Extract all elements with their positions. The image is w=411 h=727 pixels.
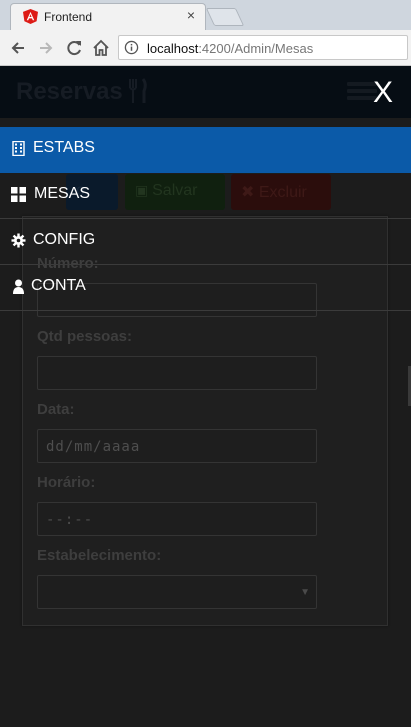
menu-item-mesas[interactable]: MESAS xyxy=(0,173,411,219)
gear-icon xyxy=(11,233,26,248)
browser-tab-bar: Frontend × xyxy=(0,0,411,30)
address-bar[interactable]: localhost:4200/Admin/Mesas xyxy=(118,35,408,60)
chevron-down-icon: ▼ xyxy=(300,587,310,598)
building-icon xyxy=(12,141,25,156)
url-text: localhost:4200/Admin/Mesas xyxy=(147,41,313,56)
brand-title: Reservas xyxy=(16,78,123,105)
tab-close-icon[interactable]: × xyxy=(187,7,195,23)
estabelecimento-select[interactable]: ▼ xyxy=(37,575,317,609)
angular-icon xyxy=(23,9,38,24)
user-icon xyxy=(13,279,24,294)
browser-tab-frontend[interactable]: Frontend × xyxy=(10,3,206,30)
info-icon[interactable] xyxy=(124,40,139,55)
close-menu-button[interactable]: X xyxy=(373,76,393,110)
menu-item-estabs[interactable]: ESTABS xyxy=(0,127,411,173)
tab-title: Frontend xyxy=(44,10,93,24)
data-placeholder: dd/mm/aaaa xyxy=(46,439,141,455)
cutlery-icon xyxy=(129,78,147,103)
menu-item-config[interactable]: CONFIG xyxy=(0,219,411,265)
grid-icon xyxy=(11,187,26,202)
horario-placeholder: --:-- xyxy=(46,512,94,528)
qtd-pessoas-input[interactable] xyxy=(37,356,317,390)
estabelecimento-label: Estabelecimento: xyxy=(37,547,162,564)
menu-label-config: CONFIG xyxy=(33,231,96,248)
menu-label-estabs: ESTABS xyxy=(33,139,95,156)
browser-toolbar: localhost:4200/Admin/Mesas xyxy=(0,30,411,66)
menu-label-conta: CONTA xyxy=(31,277,86,294)
home-icon[interactable] xyxy=(91,38,111,58)
back-arrow-icon[interactable] xyxy=(8,38,28,58)
horario-input[interactable]: --:-- xyxy=(37,502,317,536)
url-host: localhost xyxy=(147,41,199,56)
app-header: Reservas xyxy=(0,66,411,118)
qtd-pessoas-label: Qtd pessoas: xyxy=(37,328,133,345)
new-tab-button[interactable] xyxy=(205,8,245,26)
data-input[interactable]: dd/mm/aaaa xyxy=(37,429,317,463)
data-label: Data: xyxy=(37,401,75,418)
horario-label: Horário: xyxy=(37,474,96,491)
forward-arrow-icon[interactable] xyxy=(36,38,56,58)
url-path: :4200/Admin/Mesas xyxy=(198,41,314,56)
reload-icon[interactable] xyxy=(64,38,84,58)
menu-label-mesas: MESAS xyxy=(34,185,91,202)
menu-item-conta[interactable]: CONTA xyxy=(0,265,411,311)
